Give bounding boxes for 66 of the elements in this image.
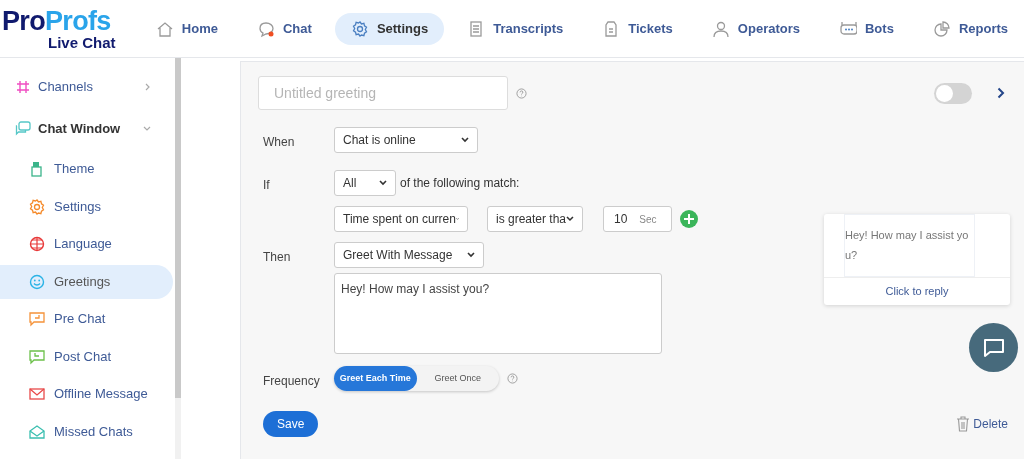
field-label: Frequency bbox=[262, 373, 321, 390]
product-name: Live Chat bbox=[48, 34, 117, 50]
sidebar-item[interactable]: Settings bbox=[0, 189, 173, 224]
settings-icon bbox=[28, 197, 46, 216]
nav-tab[interactable]: Bots bbox=[823, 12, 910, 45]
caret-icon bbox=[566, 216, 574, 222]
nav-tab[interactable]: Reports bbox=[916, 12, 1024, 45]
dropdown[interactable]: Time spent on curren bbox=[334, 206, 468, 232]
robot-icon bbox=[839, 19, 857, 38]
sidebar-item[interactable]: Language bbox=[0, 227, 173, 261]
dropdown[interactable]: Chat is online bbox=[334, 127, 478, 153]
smiley-icon bbox=[28, 272, 46, 291]
chevron-down-icon bbox=[143, 125, 151, 132]
sidebar-item[interactable]: Missed Chats bbox=[0, 414, 173, 449]
frequency-option[interactable]: Greet Each Time bbox=[334, 366, 417, 391]
user-icon bbox=[711, 19, 730, 38]
save-button[interactable]: Save bbox=[263, 411, 319, 437]
pie-chart-icon bbox=[932, 19, 951, 38]
brand-logo: ProProfs bbox=[2, 7, 112, 35]
chat-launcher-button[interactable] bbox=[969, 323, 1018, 372]
dropdown[interactable]: All bbox=[334, 170, 396, 196]
sidebar-item[interactable]: Chat Window bbox=[0, 110, 175, 147]
settings-icon bbox=[350, 19, 369, 38]
sidebar-item[interactable]: Channels bbox=[0, 68, 175, 105]
dropdown[interactable]: is greater tha bbox=[487, 206, 583, 232]
caret-icon bbox=[467, 252, 475, 258]
chat-bubbles-icon bbox=[14, 119, 32, 138]
scrollbar-thumb[interactable] bbox=[175, 58, 181, 398]
nav-tab[interactable]: Tickets bbox=[586, 12, 689, 45]
message-icon bbox=[28, 310, 46, 328]
add-icon[interactable] bbox=[680, 210, 698, 228]
reply-link[interactable]: Click to reply bbox=[824, 277, 1010, 305]
field-label: When bbox=[262, 134, 296, 151]
nav-tab[interactable]: Operators bbox=[695, 12, 816, 45]
sidebar-item[interactable]: Theme bbox=[0, 152, 173, 186]
caret-icon bbox=[461, 137, 469, 143]
field-label: Then bbox=[262, 249, 292, 266]
message-field[interactable]: Hey! How may I assist you? bbox=[334, 273, 662, 354]
preview-message: Hey! How may I assist you? bbox=[844, 214, 975, 277]
toggle-switch[interactable] bbox=[934, 82, 972, 104]
dropdown[interactable]: Greet With Message bbox=[334, 242, 484, 268]
sidebar-item[interactable]: Pre Chat bbox=[0, 302, 173, 336]
chat-bubble-icon bbox=[257, 19, 275, 38]
chevron-right-icon bbox=[145, 82, 151, 91]
nav-tab[interactable]: Settings bbox=[334, 12, 445, 45]
envelope-icon bbox=[28, 385, 46, 403]
field-label: If bbox=[262, 177, 271, 194]
chat-bubble-icon bbox=[982, 337, 1005, 358]
name-field[interactable]: Untitled greeting bbox=[258, 76, 508, 110]
help-icon[interactable] bbox=[516, 87, 527, 99]
number-field[interactable]: 10 Sec bbox=[603, 206, 672, 232]
sidebar-item[interactable]: Greetings bbox=[0, 264, 173, 299]
nav-tab[interactable]: Transcripts bbox=[451, 12, 580, 45]
sidebar-item[interactable]: Post Chat bbox=[0, 339, 173, 374]
frequency-option[interactable]: Greet Once bbox=[416, 366, 499, 391]
sidebar-item[interactable]: Offline Message bbox=[0, 377, 173, 411]
globe-icon bbox=[28, 235, 46, 253]
help-icon[interactable] bbox=[507, 373, 518, 384]
nav-tab[interactable]: Chat bbox=[241, 12, 328, 45]
delete-button[interactable]: Delete bbox=[956, 415, 1008, 433]
nav-tab[interactable]: Home bbox=[139, 12, 234, 45]
chevron-right-icon[interactable] bbox=[997, 87, 1005, 99]
trash-icon bbox=[956, 416, 971, 432]
message-icon bbox=[28, 347, 46, 366]
caret-icon bbox=[379, 180, 387, 186]
match-text: of the following match: bbox=[400, 175, 520, 192]
